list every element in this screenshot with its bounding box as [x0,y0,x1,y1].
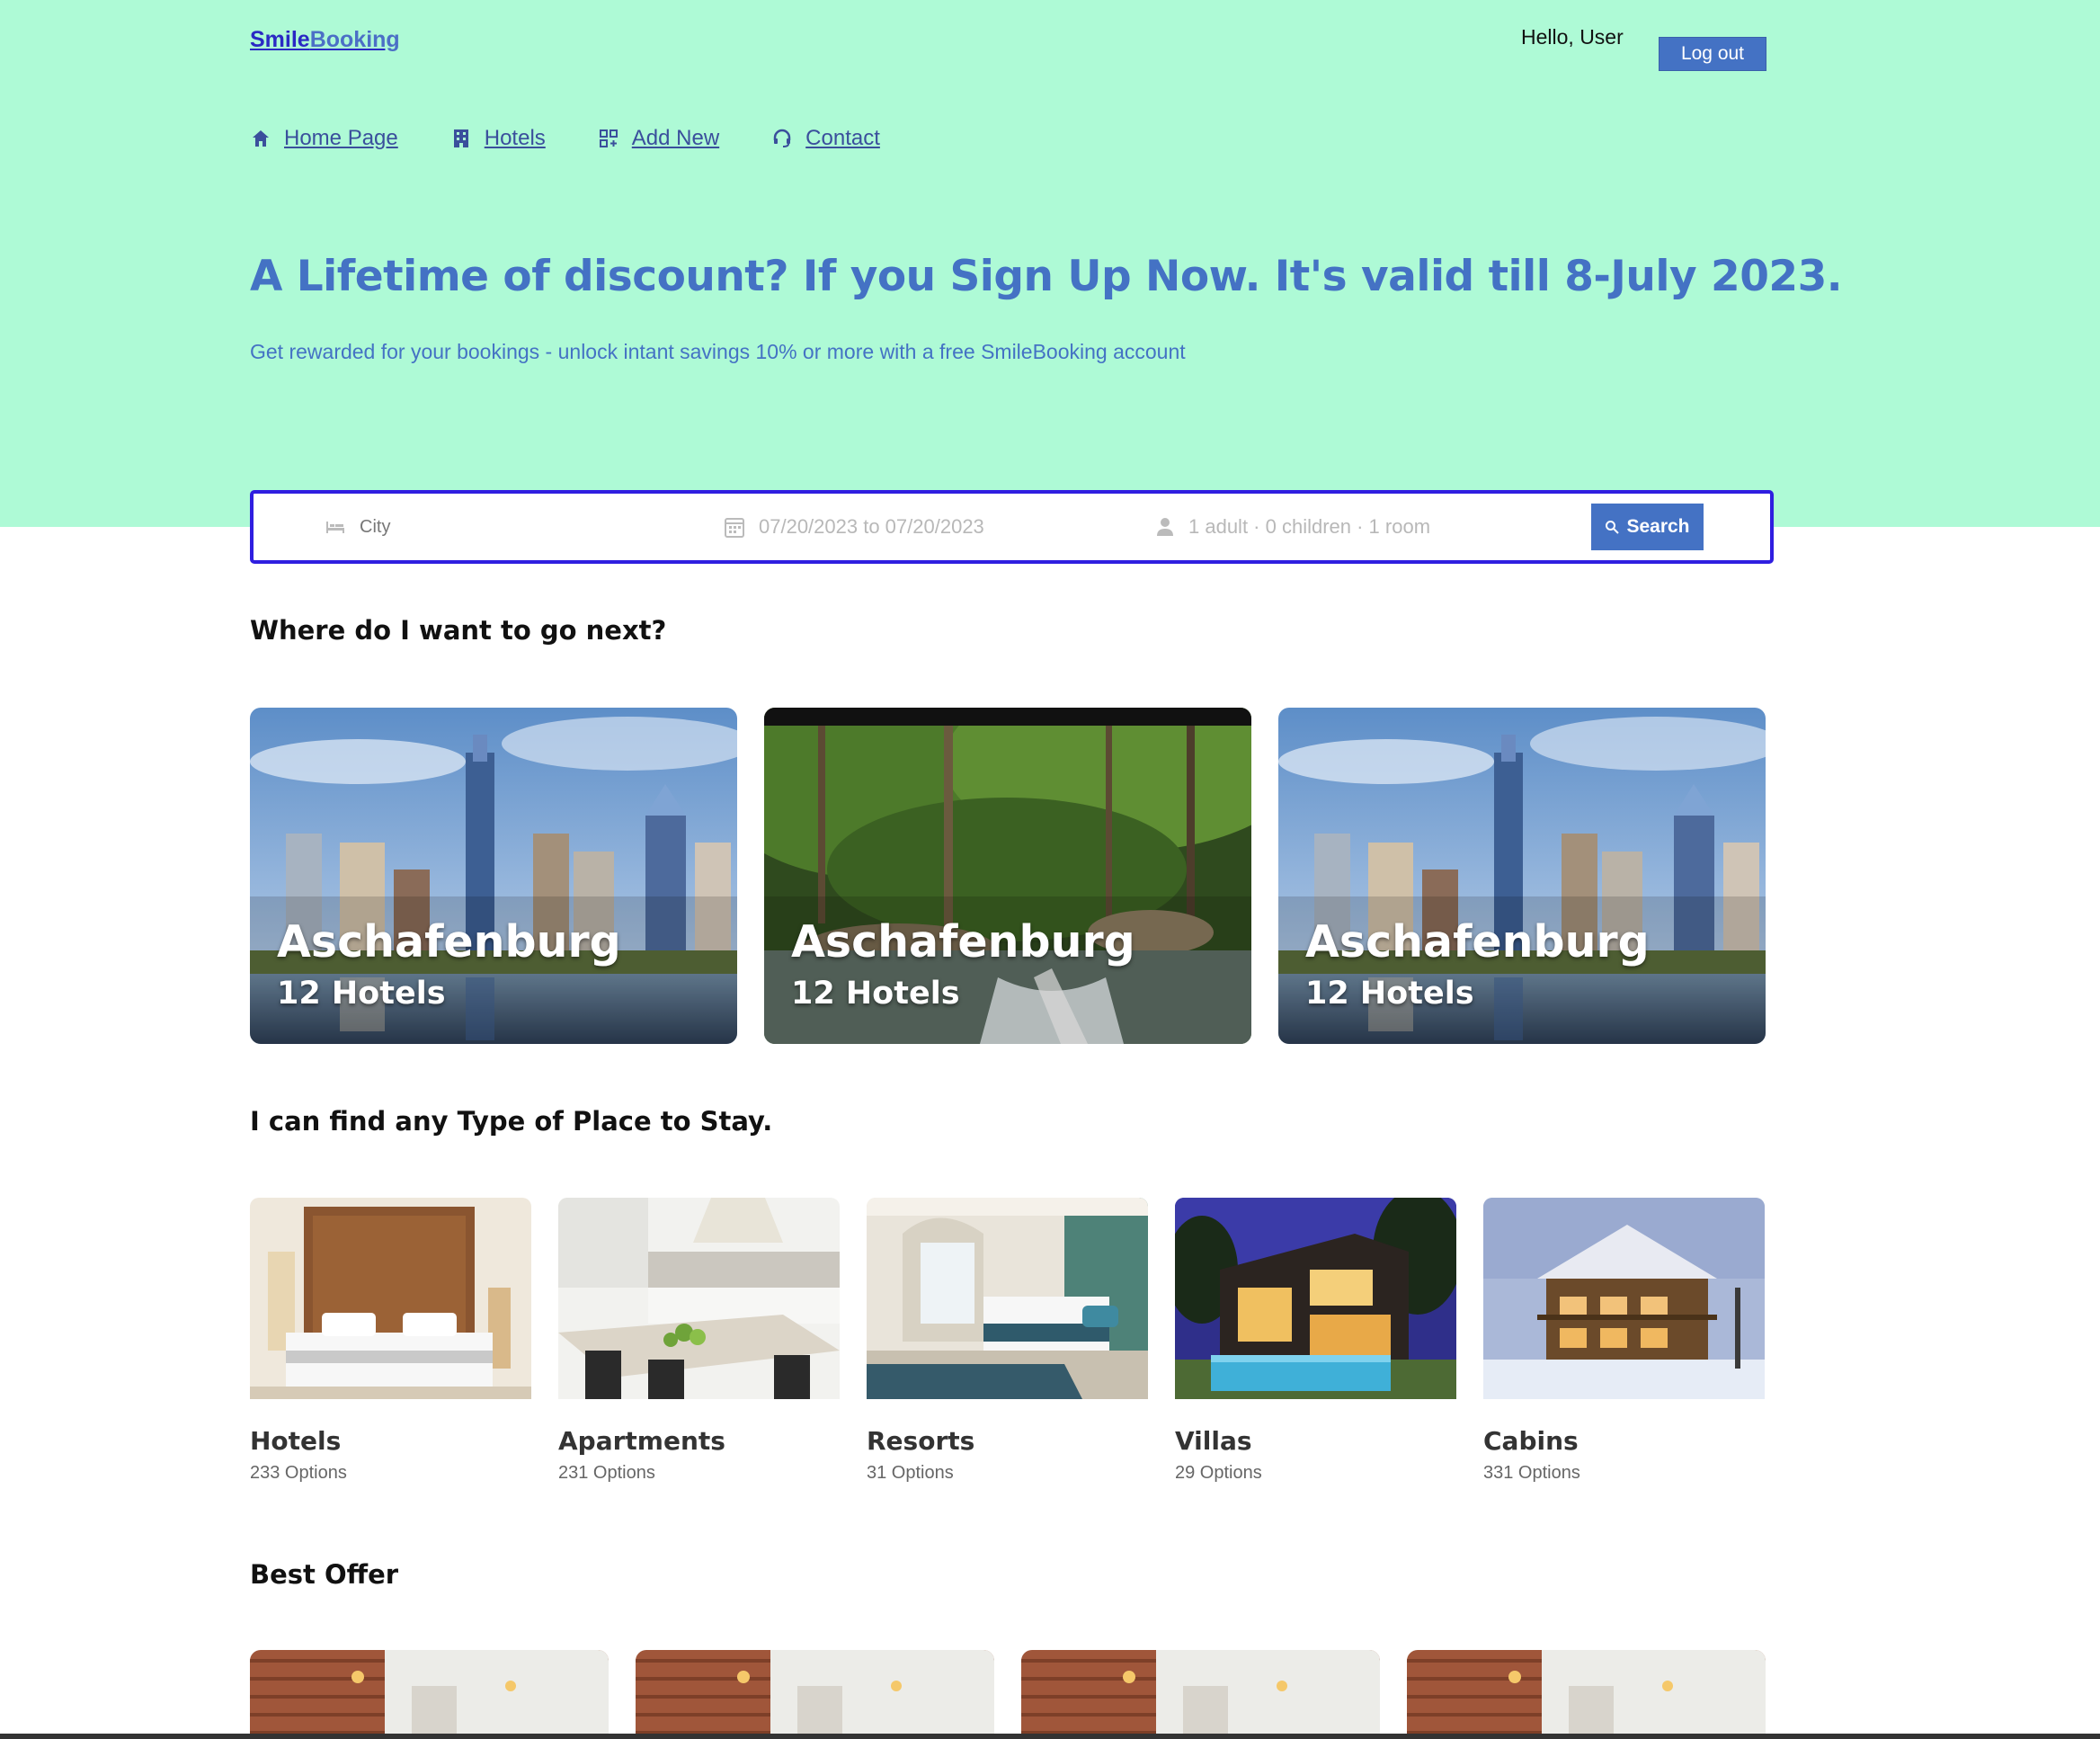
city-input[interactable]: City [325,494,390,560]
villa-image [1175,1198,1456,1399]
offer-card[interactable] [250,1650,609,1739]
destination-name: Aschafenburg [1305,916,1650,968]
hero-headline: A Lifetime of discount? If you Sign Up N… [250,252,1843,301]
property-type-card[interactable]: Cabins 331 Options [1483,1198,1765,1484]
destination-hotel-count: 12 Hotels [791,976,960,1012]
destination-name: Aschafenburg [277,916,621,968]
building-icon [453,129,468,147]
offer-room-image [1021,1650,1380,1739]
offer-card[interactable] [1407,1650,1766,1739]
hotel-room-image [250,1198,531,1399]
nav-item-contact[interactable]: Contact [771,126,880,151]
date-range-input[interactable]: 07/20/2023 to 07/20/2023 [725,494,984,560]
window-bottom-edge [0,1734,2100,1739]
nav-item-label: Home Page [284,126,398,150]
main-nav: Home Page Hotels Add New Contact [250,126,932,151]
property-type-count: 231 Options [558,1463,655,1483]
person-icon [1157,518,1173,536]
destination-card[interactable]: Aschafenburg 12 Hotels [250,708,737,1044]
home-icon [253,130,269,147]
search-button-label: Search [1626,516,1690,537]
nav-item-label: Hotels [484,126,546,150]
grid-icon [599,129,618,147]
property-type-name: Apartments [558,1426,725,1456]
destination-name: Aschafenburg [791,916,1135,968]
property-type-name: Hotels [250,1426,342,1456]
property-types-title: I can find any Type of Place to Stay. [250,1106,773,1137]
property-type-name: Villas [1175,1426,1252,1456]
guests-input[interactable]: 1 adult · 0 children · 1 room [1156,494,1430,560]
calendar-icon [725,518,744,538]
property-type-name: Cabins [1483,1426,1579,1456]
search-icon [1606,521,1620,534]
user-greeting: Hello, User [1521,25,1624,49]
destination-card[interactable]: Aschafenburg 12 Hotels [764,708,1251,1044]
best-offer-title: Best Offer [250,1559,399,1590]
nav-item-home[interactable]: Home Page [250,126,398,151]
search-bar: City 07/20/2023 to 07/20/2023 1 adult · … [250,490,1774,564]
logo-text-booking: Booking [309,27,400,52]
logout-button[interactable]: Log out [1659,37,1766,71]
property-type-count: 31 Options [867,1463,954,1483]
property-type-card[interactable]: Resorts 31 Options [867,1198,1148,1484]
offer-room-image [250,1650,609,1739]
property-type-name: Resorts [867,1426,975,1456]
property-type-card[interactable]: Hotels 233 Options [250,1198,531,1484]
property-type-card[interactable]: Villas 29 Options [1175,1198,1456,1484]
bed-icon [326,522,344,533]
offer-card[interactable] [1021,1650,1380,1739]
property-types-list: Hotels 233 Options Apartments 231 Option… [250,1198,1792,1484]
offer-room-image [636,1650,994,1739]
resort-room-image [867,1198,1148,1399]
destination-card[interactable]: Aschafenburg 12 Hotels [1278,708,1766,1044]
headset-icon [773,129,791,147]
property-type-card[interactable]: Apartments 231 Options [558,1198,840,1484]
nav-item-add-new[interactable]: Add New [598,126,719,151]
city-placeholder: City [360,516,391,537]
nav-item-label: Contact [805,126,880,150]
cabin-image [1483,1198,1765,1399]
property-type-count: 233 Options [250,1463,347,1483]
guests-value: 1 adult · 0 children · 1 room [1188,515,1431,538]
hero-subline: Get rewarded for your bookings - unlock … [250,340,1186,363]
destinations-title: Where do I want to go next? [250,615,667,646]
apartment-kitchen-image [558,1198,840,1399]
property-type-count: 29 Options [1175,1463,1262,1483]
logo-link[interactable]: SmileBooking [250,27,400,53]
property-type-count: 331 Options [1483,1463,1580,1483]
logo-text-smile: Smile [250,27,310,52]
offer-card[interactable] [636,1650,994,1739]
search-button[interactable]: Search [1591,504,1704,550]
destination-hotel-count: 12 Hotels [277,976,446,1012]
best-offer-list [250,1650,1793,1739]
nav-item-label: Add New [631,126,720,150]
date-range-value: 07/20/2023 to 07/20/2023 [759,515,984,538]
nav-item-hotels[interactable]: Hotels [450,126,546,151]
offer-room-image [1407,1650,1766,1739]
destinations-list: Aschafenburg 12 Hotels Aschafenburg 12 H… [250,708,1793,1044]
destination-hotel-count: 12 Hotels [1305,976,1474,1012]
